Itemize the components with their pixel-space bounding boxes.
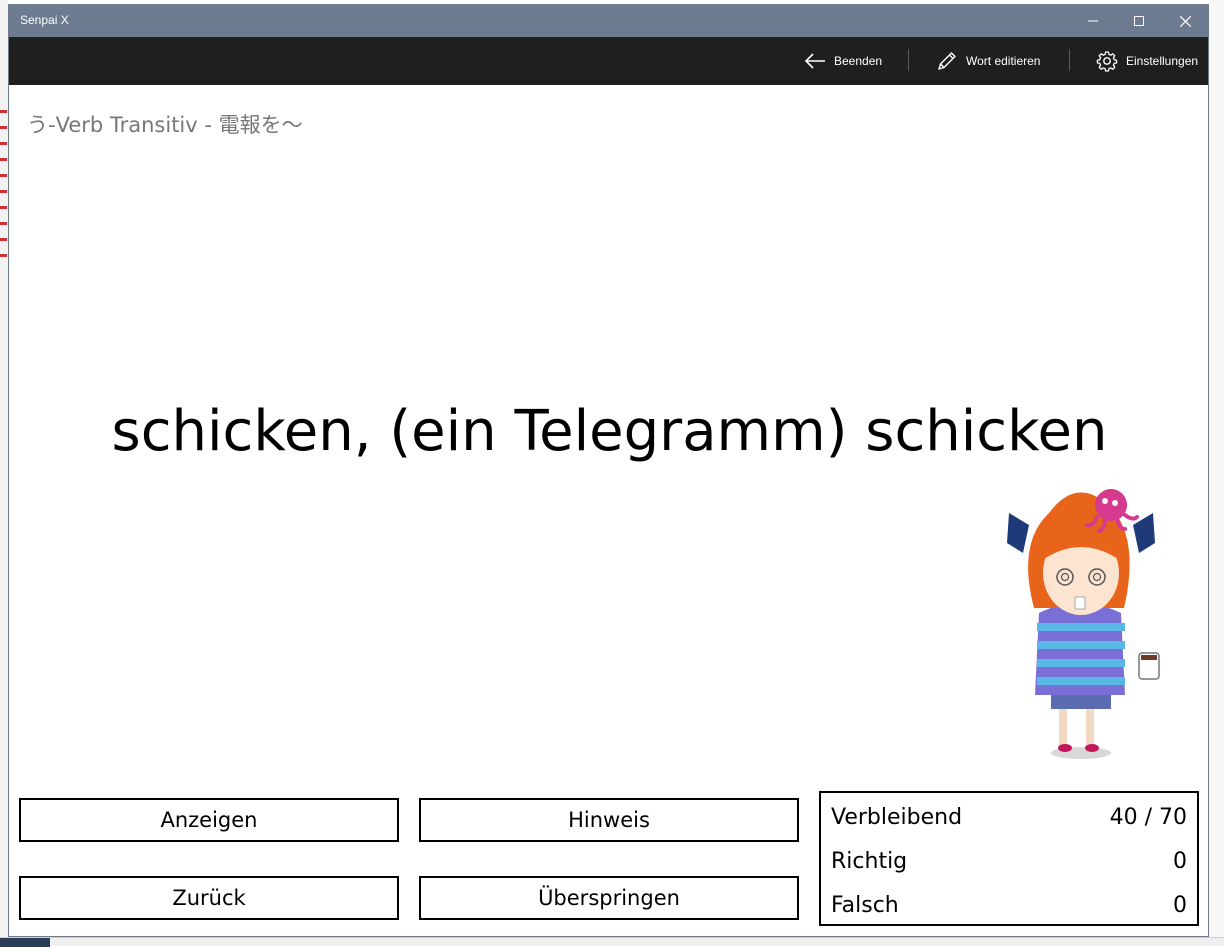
maximize-button[interactable] <box>1116 5 1162 37</box>
skip-label: Überspringen <box>538 886 680 910</box>
stat-correct: Richtig 0 <box>831 845 1187 889</box>
mascot-character-image <box>1007 489 1160 759</box>
minimize-button[interactable] <box>1070 5 1116 37</box>
window-title: Senpai X <box>20 13 69 27</box>
maximize-icon <box>1134 16 1144 26</box>
edit-word-label: Wort editieren <box>966 54 1041 68</box>
stat-correct-value: 0 <box>1173 849 1187 874</box>
close-button[interactable] <box>1162 5 1208 37</box>
skip-button[interactable]: Überspringen <box>419 876 799 920</box>
quit-label: Beenden <box>834 54 883 68</box>
command-bar: Beenden Wort editieren Einstellungen <box>9 37 1208 85</box>
settings-label: Einstellungen <box>1126 54 1199 68</box>
minimize-icon <box>1088 20 1098 22</box>
stat-wrong: Falsch 0 <box>831 889 1187 933</box>
hint-button[interactable]: Hinweis <box>419 798 799 842</box>
arrow-left-icon <box>804 53 825 69</box>
word-prompt: schicken, (ein Telegramm) schicken <box>111 399 1108 464</box>
background-window-bottom-edge <box>0 937 1224 947</box>
title-bar[interactable]: Senpai X <box>9 5 1208 37</box>
stat-wrong-value: 0 <box>1173 893 1187 918</box>
settings-button[interactable]: Einstellungen <box>1096 37 1198 85</box>
background-window-right-edge <box>1209 0 1224 946</box>
stat-wrong-label: Falsch <box>831 893 899 918</box>
background-window-left-edge <box>0 0 8 946</box>
back-button[interactable]: Zurück <box>19 876 399 920</box>
quit-button[interactable]: Beenden <box>804 37 882 85</box>
show-answer-button[interactable]: Anzeigen <box>19 798 399 842</box>
pencil-icon <box>938 52 956 70</box>
command-separator <box>908 49 909 71</box>
edit-word-button[interactable]: Wort editieren <box>936 37 1040 85</box>
stat-remaining-value: 40 / 70 <box>1109 805 1187 830</box>
stat-correct-label: Richtig <box>831 849 908 874</box>
stats-panel: Verbleibend 40 / 70 Richtig 0 Falsch 0 <box>819 791 1199 926</box>
gear-icon <box>1096 51 1118 72</box>
close-icon <box>1179 15 1191 27</box>
command-separator <box>1069 49 1070 71</box>
show-answer-label: Anzeigen <box>160 808 258 832</box>
stat-remaining-label: Verbleibend <box>831 805 963 830</box>
app-window: Senpai X Beenden Wort editieren Einstell… <box>8 4 1209 937</box>
stat-remaining: Verbleibend 40 / 70 <box>831 801 1187 845</box>
word-category: う-Verb Transitiv - 電報を〜 <box>27 113 303 137</box>
back-label: Zurück <box>172 886 246 910</box>
hint-label: Hinweis <box>568 808 650 832</box>
